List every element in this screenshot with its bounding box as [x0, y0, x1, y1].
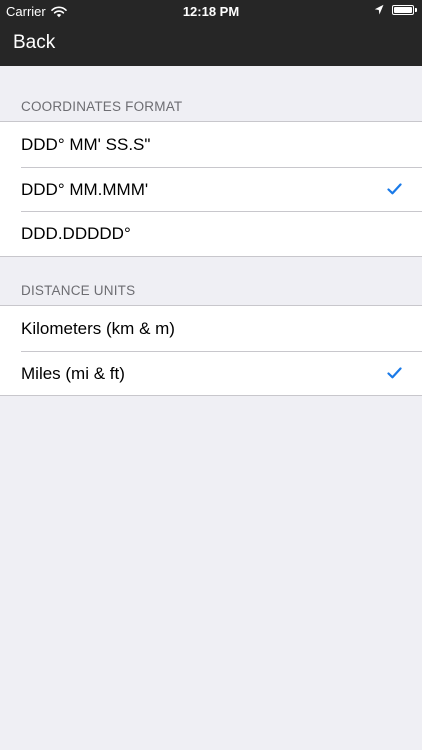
battery-icon: [392, 5, 417, 15]
coordinates-option-dms[interactable]: DDD° MM' SS.S": [0, 122, 422, 167]
checkmark-icon: [387, 366, 402, 378]
coordinates-option-dd[interactable]: DDD.DDDDD°: [0, 211, 422, 256]
coordinates-format-header: COORDINATES FORMAT: [21, 99, 183, 114]
distance-option-miles[interactable]: Miles (mi & ft): [0, 350, 422, 396]
location-arrow-icon: [374, 4, 384, 16]
option-label: Miles (mi & ft): [21, 363, 125, 383]
option-label: DDD.DDDDD°: [21, 224, 131, 244]
coordinates-option-dmm[interactable]: DDD° MM.MMM': [0, 166, 422, 212]
top-bar: Carrier 12:18 PM Back: [0, 0, 422, 66]
navigation-bar: Back: [0, 22, 422, 66]
checkmark-icon: [387, 182, 402, 194]
status-bar: Carrier 12:18 PM: [0, 0, 422, 22]
battery-tip: [415, 8, 417, 12]
option-label: DDD° MM.MMM': [21, 179, 149, 199]
battery-fill: [394, 7, 412, 13]
option-label: Kilometers (km & m): [21, 319, 175, 338]
distance-option-kilometers[interactable]: Kilometers (km & m): [0, 306, 422, 351]
back-button[interactable]: Back: [13, 32, 55, 54]
status-right: [374, 4, 417, 16]
coordinates-format-group: DDD° MM' SS.S" DDD° MM.MMM' DDD.DDDDD°: [0, 121, 422, 257]
status-time: 12:18 PM: [182, 4, 240, 19]
distance-units-group: Kilometers (km & m) Miles (mi & ft): [0, 305, 422, 397]
option-label: DDD° MM' SS.S": [21, 135, 151, 154]
distance-units-header: DISTANCE UNITS: [21, 283, 136, 298]
